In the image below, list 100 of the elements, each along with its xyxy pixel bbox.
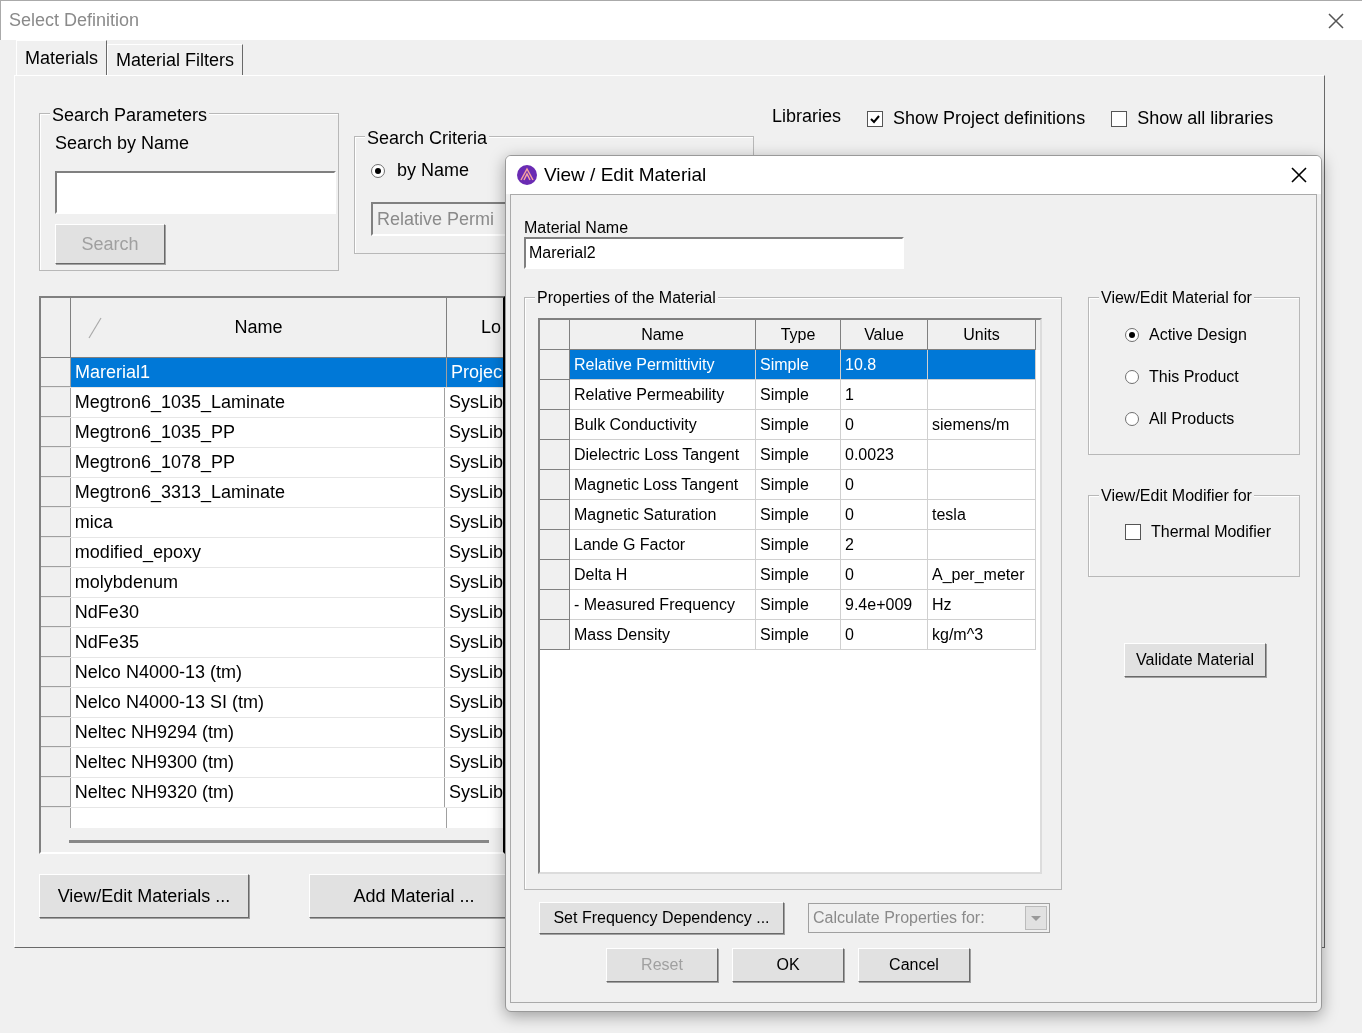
checkbox[interactable] xyxy=(1111,110,1128,127)
table-row[interactable]: Megtron6_1035_Laminate SysLib xyxy=(41,388,503,418)
table-cell[interactable]: 0 xyxy=(841,620,928,650)
table-cell[interactable]: 9.4e+009 xyxy=(841,590,928,620)
table-cell[interactable]: Bulk Conductivity xyxy=(570,410,756,440)
table-cell: Megtron6_3313_Laminate xyxy=(70,478,445,507)
table-cell[interactable]: Simple xyxy=(756,620,841,650)
checkbox-label: Thermal Modifier xyxy=(1151,522,1272,542)
table-row[interactable]: Megtron6_1035_PP SysLib xyxy=(41,418,503,448)
table-cell-text: SysLib xyxy=(447,691,503,714)
dialog-title: View / Edit Material xyxy=(544,162,707,187)
table-cell: Neltec NH9294 (tm) xyxy=(70,718,445,747)
checkbox[interactable] xyxy=(867,110,884,127)
table-row[interactable]: Megtron6_1078_PP SysLib xyxy=(41,448,503,478)
table-cell[interactable]: 2 xyxy=(841,530,928,560)
close-icon[interactable] xyxy=(1328,12,1344,29)
table-cell[interactable]: 0 xyxy=(841,500,928,530)
table-row[interactable]: Nelco N4000-13 (tm) SysLib xyxy=(41,658,503,688)
table-cell[interactable]: Relative Permeability xyxy=(570,380,756,410)
material-name-field[interactable]: Marerial2 xyxy=(524,237,904,269)
table-row[interactable]: mica SysLib xyxy=(41,508,503,538)
table-cell: Marerial1 xyxy=(71,358,447,387)
table-row[interactable]: Marerial1 Projec xyxy=(41,358,503,388)
radio-button[interactable] xyxy=(1125,328,1139,342)
table-cell[interactable]: 1 xyxy=(841,380,928,410)
dialog-button[interactable]: Cancel xyxy=(858,948,970,982)
table-row[interactable]: Megtron6_3313_Laminate SysLib xyxy=(41,478,503,508)
table-cell-text: SysLib xyxy=(447,751,503,774)
table-cell-text: SysLib xyxy=(447,451,503,474)
table-cell[interactable]: kg/m^3 xyxy=(928,620,1036,650)
table-cell: molybdenum xyxy=(70,568,445,597)
table-row[interactable]: Neltec NH9320 (tm) SysLib xyxy=(41,778,503,808)
table-cell[interactable]: 0 xyxy=(841,470,928,500)
table-row[interactable]: NdFe30 SysLib xyxy=(41,598,503,628)
table-cell: Nelco N4000-13 SI (tm) xyxy=(70,688,445,717)
table-cell[interactable]: Delta H xyxy=(570,560,756,590)
table-cell[interactable]: Simple xyxy=(756,560,841,590)
libraries-label: Libraries xyxy=(772,105,842,128)
table-cell[interactable]: Simple xyxy=(756,440,841,470)
table-row[interactable]: Neltec NH9294 (tm) SysLib xyxy=(41,718,503,748)
table-cell[interactable]: 0 xyxy=(841,410,928,440)
checkbox-label: Show Project definitions xyxy=(893,107,1086,130)
scrollbar[interactable] xyxy=(69,840,489,843)
table-cell[interactable]: Dielectric Loss Tangent xyxy=(570,440,756,470)
window-title: Select Definition xyxy=(9,9,140,32)
table-cell[interactable] xyxy=(928,530,1036,560)
table-cell[interactable]: Simple xyxy=(756,350,841,380)
table-cell[interactable]: 0 xyxy=(841,560,928,590)
table-cell: modified_epoxy xyxy=(70,538,445,567)
app-logo-icon xyxy=(516,164,538,186)
table-cell[interactable]: 10.8 xyxy=(841,350,928,380)
table-cell[interactable]: Simple xyxy=(756,530,841,560)
table-cell[interactable]: Mass Density xyxy=(570,620,756,650)
table-row[interactable]: Neltec NH9300 (tm) SysLib xyxy=(41,748,503,778)
table-row[interactable]: NdFe35 SysLib xyxy=(41,628,503,658)
dialog-button[interactable]: OK xyxy=(732,948,844,982)
table-cell[interactable]: Simple xyxy=(756,380,841,410)
table-row[interactable]: modified_epoxy SysLib xyxy=(41,538,503,568)
tab[interactable]: Materials xyxy=(16,40,108,75)
table-row[interactable]: Nelco N4000-13 SI (tm) SysLib xyxy=(41,688,503,718)
table-cell-text: SysLib xyxy=(447,781,503,804)
table-cell[interactable]: Magnetic Saturation xyxy=(570,500,756,530)
view-edit-materials-button[interactable]: View/Edit Materials ... xyxy=(39,874,249,918)
tab[interactable]: Material Filters xyxy=(107,44,244,75)
table-cell[interactable]: Lande G Factor xyxy=(570,530,756,560)
table-cell[interactable] xyxy=(928,440,1036,470)
table-cell[interactable] xyxy=(928,380,1036,410)
table-cell[interactable]: Simple xyxy=(756,410,841,440)
table-cell: mica xyxy=(70,508,445,537)
table-cell[interactable]: - Measured Frequency xyxy=(570,590,756,620)
table-cell[interactable]: 0.0023 xyxy=(841,440,928,470)
radio-button[interactable] xyxy=(1125,370,1139,384)
table-cell[interactable]: Relative Permittivity xyxy=(570,350,756,380)
table-cell[interactable]: A_per_meter xyxy=(928,560,1036,590)
field-label: Search by Name xyxy=(55,132,191,155)
close-icon[interactable] xyxy=(1291,167,1307,183)
table-cell[interactable] xyxy=(928,350,1036,380)
sort-icon xyxy=(87,315,103,340)
radio-button[interactable] xyxy=(1125,412,1139,426)
table-cell[interactable]: Hz xyxy=(928,590,1036,620)
table-cell-text: SysLib xyxy=(447,511,503,534)
frequency-dependency-button[interactable]: Set Frequency Dependency ... xyxy=(539,902,784,934)
table-cell-text: SysLib xyxy=(447,391,503,414)
table-cell[interactable]: Simple xyxy=(756,590,841,620)
table-cell[interactable]: siemens/m xyxy=(928,410,1036,440)
column-header[interactable]: Name xyxy=(71,298,447,357)
table-row[interactable]: molybdenum SysLib xyxy=(41,568,503,598)
table-cell: Neltec NH9300 (tm) xyxy=(70,748,445,777)
radio-button[interactable] xyxy=(371,163,385,178)
table-cell[interactable]: Magnetic Loss Tangent xyxy=(570,470,756,500)
table-cell[interactable]: Simple xyxy=(756,500,841,530)
table-cell-text: SysLib xyxy=(447,631,503,654)
table-cell[interactable]: Simple xyxy=(756,470,841,500)
checkbox[interactable] xyxy=(1125,524,1141,540)
column-header[interactable]: Lo xyxy=(447,298,503,357)
table-cell[interactable] xyxy=(928,470,1036,500)
validate-material-button[interactable]: Validate Material xyxy=(1124,643,1266,677)
table-cell[interactable]: tesla xyxy=(928,500,1036,530)
search-field[interactable] xyxy=(55,171,336,214)
table-cell: NdFe30 xyxy=(70,598,445,627)
